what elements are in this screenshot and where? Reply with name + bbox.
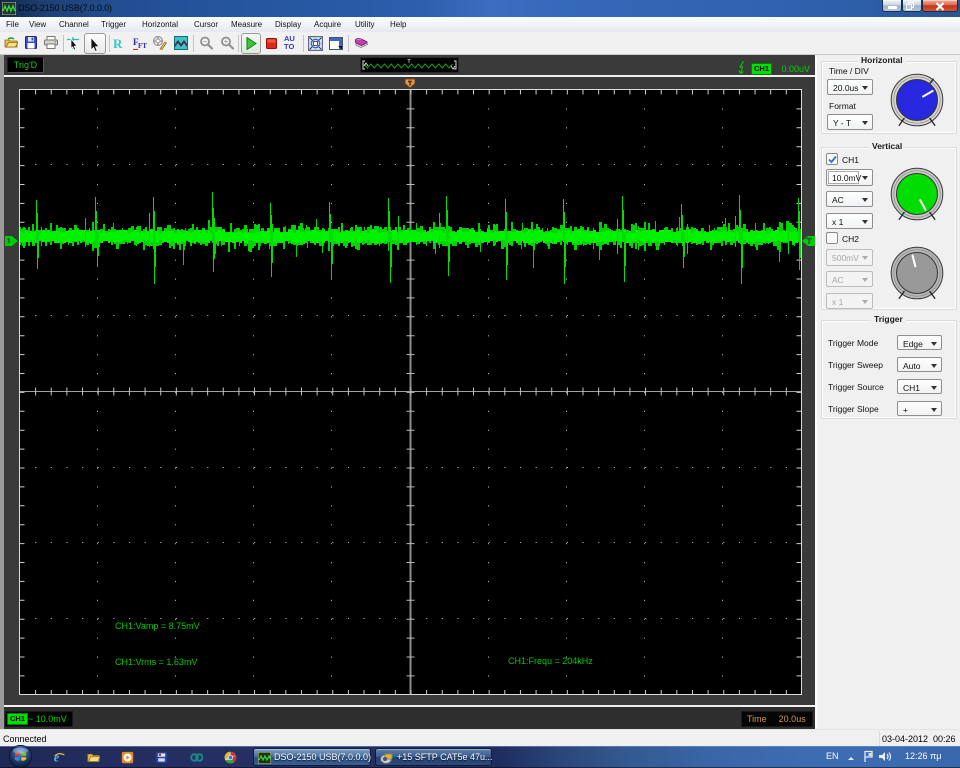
svg-text:CH1:Frequ = 204kHz: CH1:Frequ = 204kHz	[508, 656, 593, 666]
svg-text:CH1:Vrms = 1.63mV: CH1:Vrms = 1.63mV	[115, 657, 197, 667]
svg-text:e: e	[54, 751, 60, 764]
svg-text:FT: FT	[138, 42, 147, 50]
svg-text:CH1:Vamp = 8.75mV: CH1:Vamp = 8.75mV	[115, 621, 200, 631]
